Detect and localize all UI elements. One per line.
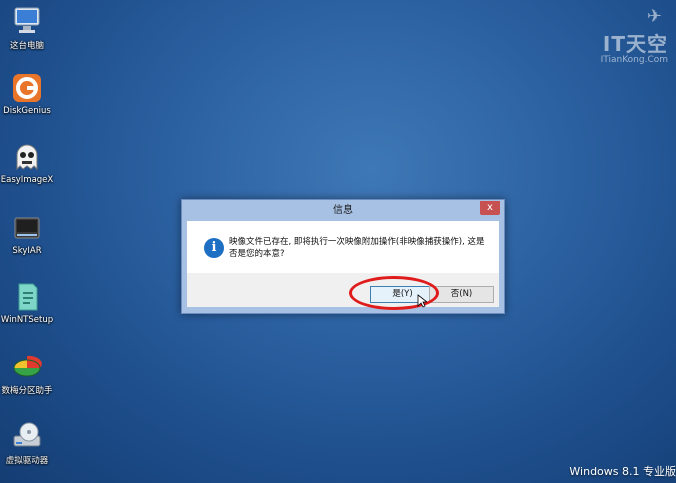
close-icon: x <box>487 202 493 213</box>
desktop-icon-label: 这台电脑 <box>9 41 44 51</box>
computer-icon <box>11 5 43 37</box>
watermark-main-text: IT天空 <box>602 32 668 56</box>
dialog-body: i 映像文件已存在, 即将执行一次映像附加操作(非映像捕获操作), 这是否是您的… <box>187 221 499 273</box>
mouse-cursor-icon <box>417 293 429 308</box>
desktop-icon-label: 数梅分区助手 <box>1 386 53 396</box>
itiankong-watermark: ✈ IT天空 ITianKong.Com <box>568 6 668 76</box>
desktop-icon-partition-assistant[interactable]: 数梅分区助手 <box>0 350 54 396</box>
dialog-title: 信息 <box>333 205 353 216</box>
desktop-icon-label: EasyImageX <box>0 175 54 185</box>
os-version-label: Windows 8.1 专业版 <box>569 465 676 478</box>
bird-logo-icon: ✈ <box>646 6 662 27</box>
virtual-drive-icon <box>11 420 43 452</box>
desktop-icon-easyimagex[interactable]: EasyImageX <box>0 141 54 185</box>
diskgenius-icon <box>11 72 43 104</box>
partition-icon <box>11 350 43 382</box>
hard-drive-icon <box>11 212 43 244</box>
dialog-footer: 是(Y) 否(N) <box>187 273 499 307</box>
close-button[interactable]: x <box>480 201 500 215</box>
ghost-icon <box>11 141 43 173</box>
desktop-icon-label: WinNTSetup <box>0 315 54 325</box>
info-icon: i <box>204 238 224 258</box>
desktop-icon-skyiar[interactable]: SkyIAR <box>0 212 54 256</box>
desktop-icon-this-pc[interactable]: 这台电脑 <box>0 5 54 51</box>
info-dialog: 信息 x i 映像文件已存在, 即将执行一次映像附加操作(非映像捕获操作), 这… <box>181 199 505 314</box>
desktop-icon-label: 虚拟驱动器 <box>5 456 49 466</box>
dialog-message: 映像文件已存在, 即将执行一次映像附加操作(非映像捕获操作), 这是否是您的本意… <box>229 237 485 259</box>
watermark-sub-text: ITianKong.Com <box>600 55 668 65</box>
no-button[interactable]: 否(N) <box>429 286 494 303</box>
setup-icon <box>11 281 43 313</box>
desktop-icon-label: SkyIAR <box>12 246 42 256</box>
desktop-icon-label: DiskGenius <box>3 106 51 116</box>
desktop-icon-diskgenius[interactable]: DiskGenius <box>0 72 54 116</box>
desktop-icon-winntsetup[interactable]: WinNTSetup <box>0 281 54 325</box>
desktop-icon-virtual-drive[interactable]: 虚拟驱动器 <box>0 420 54 466</box>
